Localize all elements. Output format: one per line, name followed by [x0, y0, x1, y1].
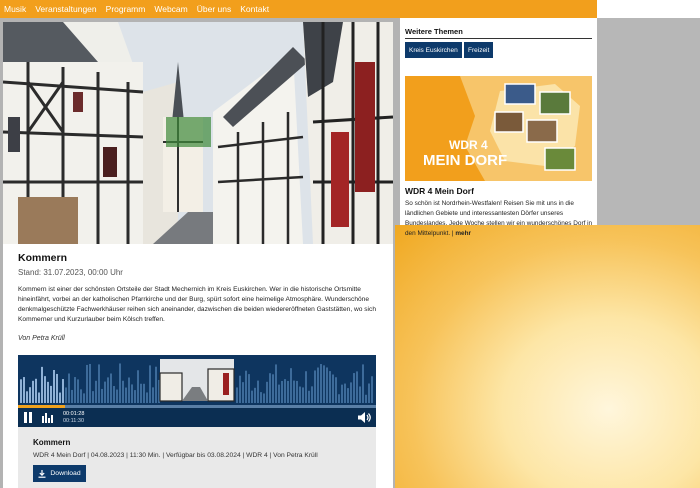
nav-item-veranstaltungen[interactable]: Veranstaltungen [35, 4, 96, 14]
episode-meta: WDR 4 Mein Dorf | 04.08.2023 | 11:30 Min… [33, 452, 318, 459]
nav-item-kontakt[interactable]: Kontakt [240, 4, 269, 14]
current-time: 00:01:28 [63, 411, 85, 417]
sidebar: Weitere Themen Kreis Euskirchen Freizeit… [400, 18, 597, 237]
sidebar-divider [405, 38, 592, 39]
download-button[interactable]: Download [33, 465, 86, 482]
pause-icon[interactable] [24, 412, 33, 423]
nav-right-area [597, 0, 700, 18]
tag-freizeit[interactable]: Freizeit [464, 42, 494, 58]
volume-icon[interactable] [358, 412, 372, 423]
teaser-title[interactable]: WDR 4 Mein Dorf [405, 186, 474, 196]
episode-title: Kommern [33, 438, 71, 447]
nav-item-programm[interactable]: Programm [106, 4, 146, 14]
equalizer-icon[interactable] [42, 413, 54, 423]
nav-item-webcam[interactable]: Webcam [154, 4, 187, 14]
teaser-image[interactable]: WDR 4 MEIN DORF [405, 76, 592, 181]
background-gray-area [597, 18, 700, 225]
hero-image [3, 22, 393, 244]
waveform[interactable] [18, 355, 376, 405]
download-icon [38, 469, 46, 478]
download-label: Download [50, 470, 81, 477]
nav-item-ueber-uns[interactable]: Über uns [197, 4, 232, 14]
sidebar-heading: Weitere Themen [405, 27, 463, 36]
total-time: 00:11:30 [63, 418, 85, 424]
waveform-graphic [20, 359, 373, 403]
nav-item-musik[interactable]: Musik [4, 4, 26, 14]
audio-player: 00:01:28 00:11:30 [18, 355, 376, 427]
article-body: Kommern ist einer der schönsten Ortsteil… [18, 286, 376, 323]
article-date: Stand: 31.07.2023, 00:00 Uhr [18, 268, 123, 277]
article-title: Kommern [18, 252, 68, 264]
article-column: Kommern Stand: 31.07.2023, 00:00 Uhr Kom… [3, 22, 393, 488]
main-navigation: Musik Veranstaltungen Programm Webcam Üb… [0, 0, 597, 18]
teaser-more-link[interactable]: mehr [455, 230, 471, 237]
teaser-description: So schön ist Nordrhein-Westfalen! Reisen… [405, 200, 593, 237]
waveform-thumbnail [159, 359, 235, 402]
teaser-text: So schön ist Nordrhein-Westfalen! Reisen… [405, 199, 593, 239]
player-info: Kommern WDR 4 Mein Dorf | 04.08.2023 | 1… [18, 427, 376, 488]
tag-kreis-euskirchen[interactable]: Kreis Euskirchen [405, 42, 462, 58]
teaser-logo-line1: WDR 4 [449, 138, 488, 152]
background-decoration [395, 225, 700, 488]
teaser-logo-line2: MEIN DORF [423, 152, 508, 169]
article-author: Von Petra Krüll [18, 335, 65, 342]
player-controls: 00:01:28 00:11:30 [18, 408, 376, 427]
village-street-photo [3, 22, 393, 244]
